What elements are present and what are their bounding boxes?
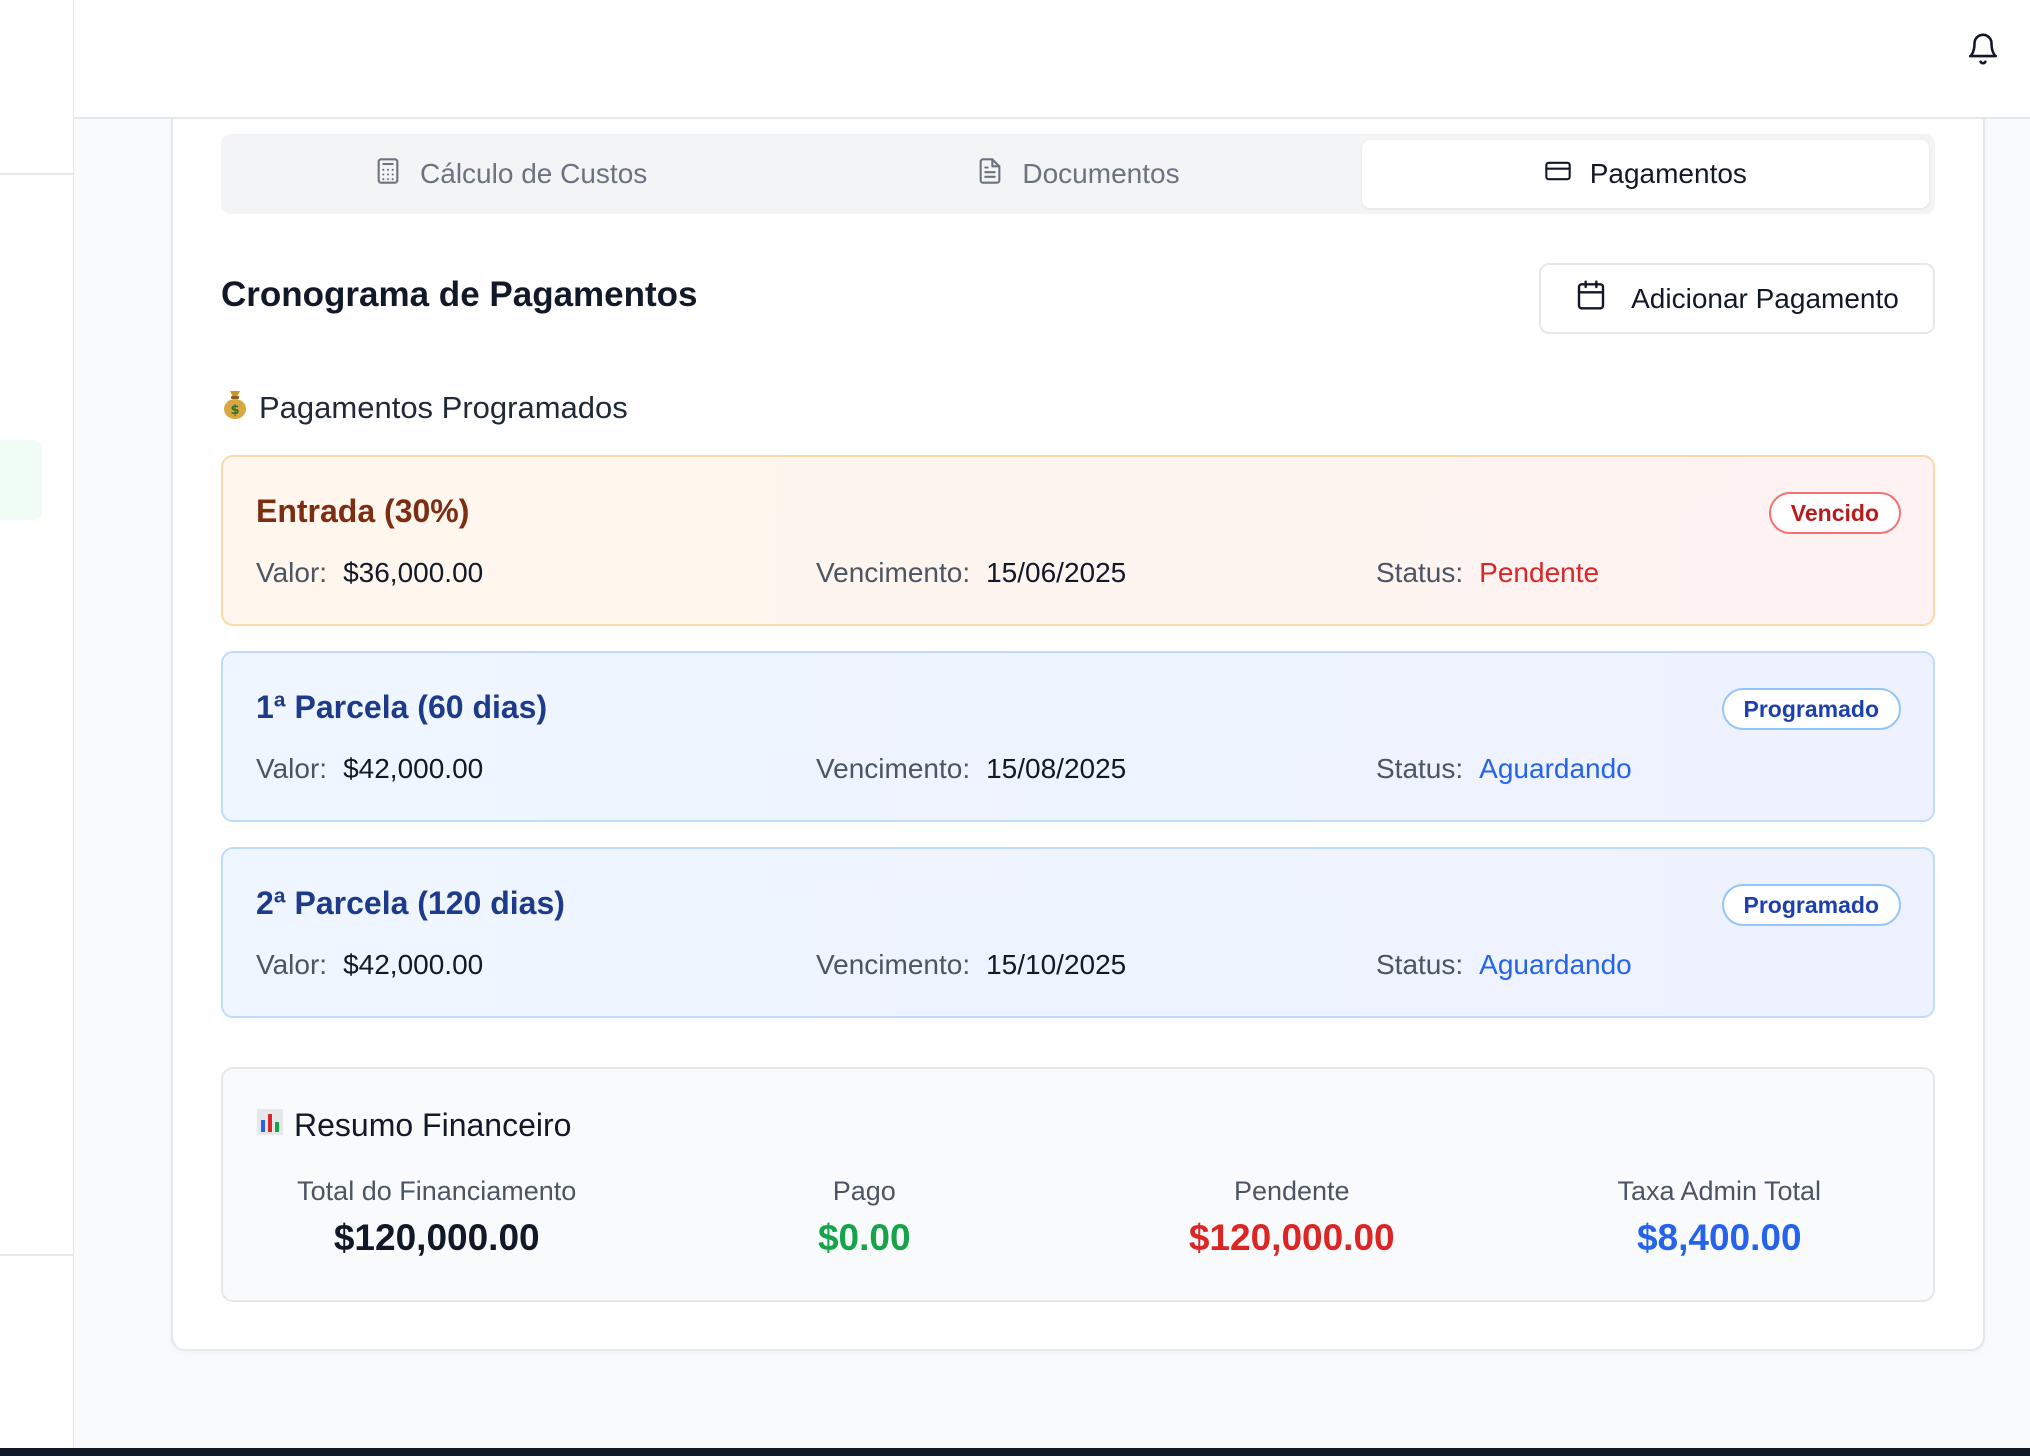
- payment-item[interactable]: Entrada (30%) Vencido Valor: $36,000.00 …: [221, 455, 1935, 626]
- due-date: 15/08/2025: [986, 753, 1127, 784]
- sidebar-active-item[interactable]: [0, 440, 42, 520]
- status-badge: Programado: [1721, 688, 1901, 730]
- stat-label: Pendente: [1233, 1176, 1350, 1206]
- status-value: Aguardando: [1479, 949, 1632, 980]
- payment-due-field: Vencimento: 15/06/2025: [816, 557, 1126, 589]
- payment-value-field: Valor: $42,000.00: [256, 753, 483, 785]
- financial-summary: Resumo Financeiro Total do Financiamento…: [221, 1067, 1935, 1302]
- scheduled-payments-heading: $ Pagamentos Programados: [221, 388, 628, 428]
- stat-value: $120,000.00: [333, 1217, 540, 1258]
- payment-item[interactable]: 2ª Parcela (120 dias) Programado Valor: …: [221, 847, 1935, 1018]
- payment-status-field: Status: Aguardando: [1376, 753, 1632, 785]
- stat-total: Total do Financiamento $120,000.00: [223, 1176, 651, 1259]
- bar-chart-icon: [256, 1107, 284, 1144]
- page-title: Cronograma de Pagamentos: [221, 275, 698, 314]
- stat-value: $120,000.00: [1188, 1217, 1395, 1258]
- stat-pending: Pendente $120,000.00: [1078, 1176, 1506, 1259]
- status-value: Pendente: [1479, 557, 1600, 588]
- payment-value-field: Valor: $42,000.00: [256, 949, 483, 981]
- status-label: Status:: [1376, 753, 1464, 784]
- tab-pagamentos[interactable]: Pagamentos: [1361, 140, 1929, 208]
- add-payment-label: Adicionar Pagamento: [1631, 282, 1899, 314]
- summary-heading-text: Resumo Financeiro: [294, 1107, 572, 1143]
- stat-value: $8,400.00: [1636, 1217, 1802, 1258]
- tab-label: Documentos: [1022, 158, 1180, 189]
- calendar-icon: [1575, 279, 1607, 318]
- add-payment-button[interactable]: Adicionar Pagamento: [1539, 263, 1935, 334]
- value-label: Valor:: [256, 557, 328, 588]
- stat-label: Pago: [832, 1176, 896, 1206]
- tab-documentos[interactable]: Documentos: [794, 140, 1361, 208]
- status-label: Status:: [1376, 557, 1464, 588]
- sidebar-divider: [0, 1254, 74, 1256]
- payment-status-field: Status: Pendente: [1376, 557, 1599, 589]
- due-date: 15/10/2025: [986, 949, 1127, 980]
- payment-title: 1ª Parcela (60 dias): [256, 689, 548, 725]
- tab-calculo-custos[interactable]: Cálculo de Custos: [227, 140, 794, 208]
- stat-label: Total do Financiamento: [297, 1176, 577, 1206]
- tab-label: Cálculo de Custos: [420, 158, 648, 189]
- due-label: Vencimento:: [816, 949, 971, 980]
- status-label: Status:: [1376, 949, 1464, 980]
- stat-admin-fee: Taxa Admin Total $8,400.00: [1506, 1176, 1934, 1259]
- stat-paid: Pago $0.00: [651, 1176, 1079, 1259]
- payment-item[interactable]: 1ª Parcela (60 dias) Programado Valor: $…: [221, 651, 1935, 822]
- payment-due-field: Vencimento: 15/08/2025: [816, 753, 1126, 785]
- svg-text:$: $: [230, 403, 239, 418]
- value-amount: $42,000.00: [343, 753, 484, 784]
- summary-heading: Resumo Financeiro: [256, 1107, 571, 1144]
- stat-label: Taxa Admin Total: [1617, 1176, 1822, 1206]
- calculator-icon: [374, 157, 402, 192]
- due-date: 15/06/2025: [986, 557, 1127, 588]
- tab-bar: Cálculo de Custos Documentos Pagamentos: [221, 134, 1935, 214]
- status-badge: Programado: [1721, 884, 1901, 926]
- status-value: Aguardando: [1479, 753, 1632, 784]
- sidebar-divider: [0, 173, 74, 175]
- bell-icon[interactable]: [1966, 32, 2000, 66]
- stat-value: $0.00: [817, 1217, 911, 1258]
- document-icon: [976, 157, 1004, 192]
- value-amount: $42,000.00: [343, 949, 484, 980]
- bottom-bar: [0, 1448, 2030, 1456]
- due-label: Vencimento:: [816, 753, 971, 784]
- payment-title: 2ª Parcela (120 dias): [256, 885, 565, 921]
- status-badge: Vencido: [1768, 492, 1901, 534]
- payment-value-field: Valor: $36,000.00: [256, 557, 483, 589]
- tab-label: Pagamentos: [1589, 158, 1747, 189]
- scheduled-heading-text: Pagamentos Programados: [259, 390, 628, 425]
- value-amount: $36,000.00: [343, 557, 484, 588]
- due-label: Vencimento:: [816, 557, 971, 588]
- top-bar: [74, 0, 2030, 119]
- sidebar: [0, 0, 74, 1448]
- value-label: Valor:: [256, 753, 328, 784]
- summary-stats: Total do Financiamento $120,000.00 Pago …: [223, 1176, 1933, 1259]
- credit-card-icon: [1544, 157, 1572, 192]
- payment-due-field: Vencimento: 15/10/2025: [816, 949, 1126, 981]
- payment-status-field: Status: Aguardando: [1376, 949, 1632, 981]
- money-bag-icon: $: [221, 388, 249, 428]
- payment-title: Entrada (30%): [256, 493, 470, 529]
- value-label: Valor:: [256, 949, 328, 980]
